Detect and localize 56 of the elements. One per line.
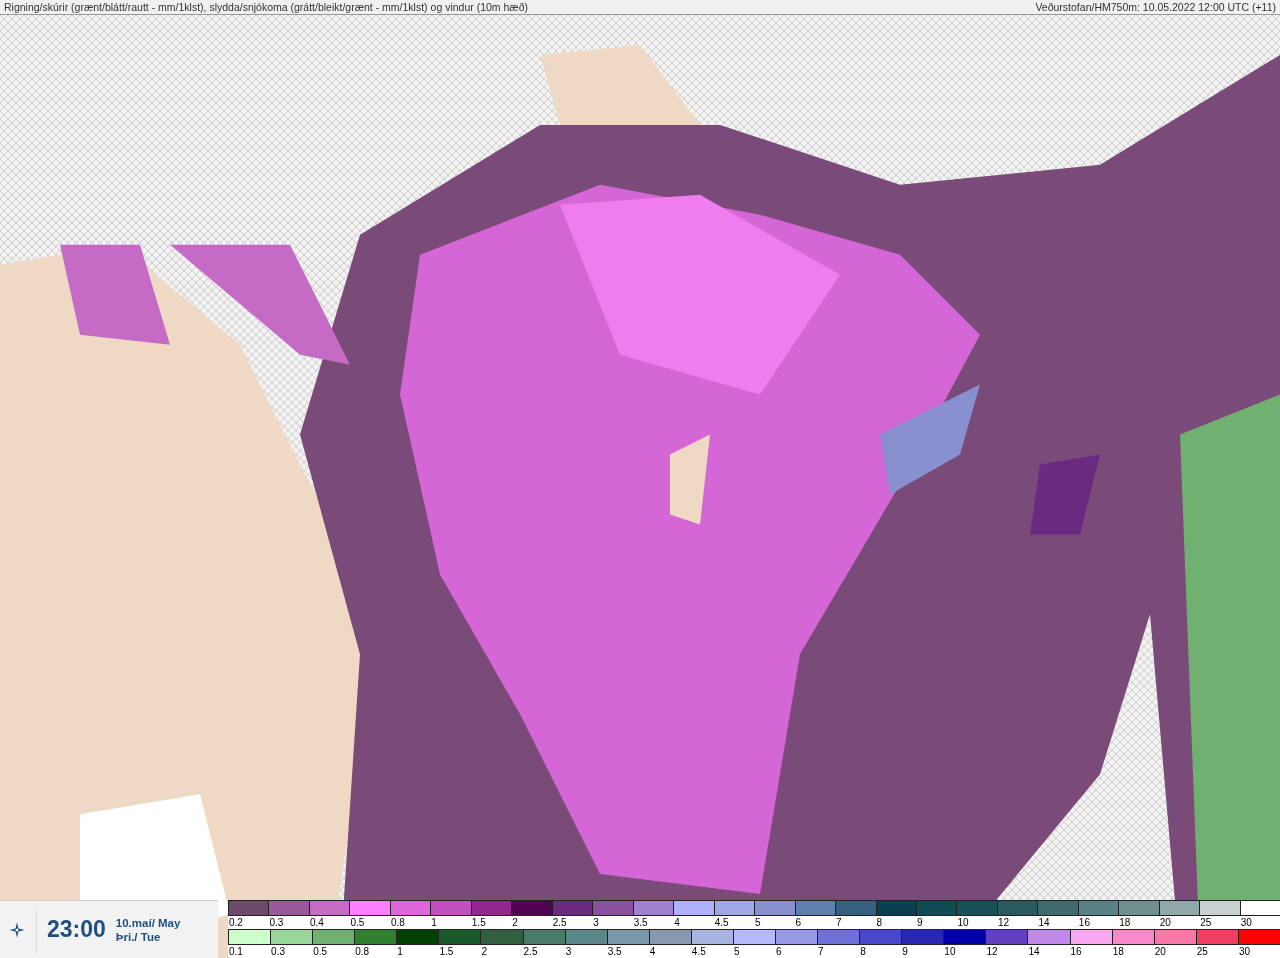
legend-label: 7 (835, 916, 843, 929)
legend-label: 0.8 (354, 945, 371, 958)
legend-label: 3 (564, 945, 573, 958)
legend-label: 8 (875, 916, 884, 929)
legend-label: 30 (1239, 916, 1253, 929)
legend-label: 5 (754, 916, 762, 929)
legend-label: 16 (1069, 945, 1083, 958)
legend-label: 1 (430, 916, 438, 929)
legend-label: 4.5 (713, 916, 730, 929)
legend-label: 0.4 (308, 916, 325, 929)
legend-label: 10 (956, 916, 970, 929)
legend-label: 3 (592, 916, 600, 929)
legend-label: 2.5 (551, 916, 568, 929)
legend-label: 30 (1237, 945, 1251, 958)
legend-label: 20 (1153, 945, 1167, 958)
legend-label: 3.5 (632, 916, 649, 929)
legend-label: 0.2 (228, 916, 244, 929)
legend-label: 0.1 (228, 945, 244, 958)
legend-label: 7 (817, 945, 825, 958)
legend-label: 9 (901, 945, 909, 958)
legend-label: 0.5 (349, 916, 366, 929)
legend-label: 0.3 (268, 916, 285, 929)
legend-label: 18 (1111, 945, 1125, 958)
legend-label: 18 (1118, 916, 1132, 929)
legend-label: 2.5 (522, 945, 539, 958)
legend-label: 9 (915, 916, 924, 929)
legend-label: 25 (1199, 916, 1213, 929)
time-text: 23:00 (47, 916, 106, 943)
legend-label: 16 (1077, 916, 1091, 929)
legend-label: 14 (1037, 916, 1051, 929)
legend-label: 4.5 (690, 945, 707, 958)
legend-label: 3.5 (606, 945, 623, 958)
weekday-text: Þri./ Tue (115, 930, 162, 943)
legend-label: 1 (396, 945, 404, 958)
legend-label: 0.5 (312, 945, 329, 958)
legend-label: 0.3 (270, 945, 286, 958)
legend-label: 2 (511, 916, 519, 929)
legend-label: 1.5 (470, 916, 487, 929)
map-title: Rigning/skúrir (grænt/blátt/rautt - mm/1klst), slydda/snjókoma (grátt/bleikt/grænt - mm/1klst) og vindur (10m hæð) (4, 1, 528, 13)
legend-label: 25 (1195, 945, 1209, 958)
legend-label: 5 (732, 945, 741, 958)
legend-label: 0.8 (389, 916, 406, 929)
legend-label: 2 (480, 945, 489, 958)
date-text: 10.maí/ May (115, 916, 181, 929)
legend-label: 10 (943, 945, 957, 958)
legend-label: 4 (673, 916, 681, 929)
legend-label: 20 (1158, 916, 1172, 929)
legend-label: 8 (859, 945, 867, 958)
legend-label: 6 (775, 945, 783, 958)
legend-label: 12 (996, 916, 1011, 929)
legend-label: 6 (794, 916, 803, 929)
legend-label: 14 (1027, 945, 1041, 958)
model-run-info: Veðurstofan/HM750m: 10.05.2022 12:00 UTC (+11) (1035, 1, 1276, 13)
legend-label: 4 (648, 945, 657, 958)
legend-label: 1.5 (438, 945, 455, 958)
legend-label: 12 (985, 945, 999, 958)
